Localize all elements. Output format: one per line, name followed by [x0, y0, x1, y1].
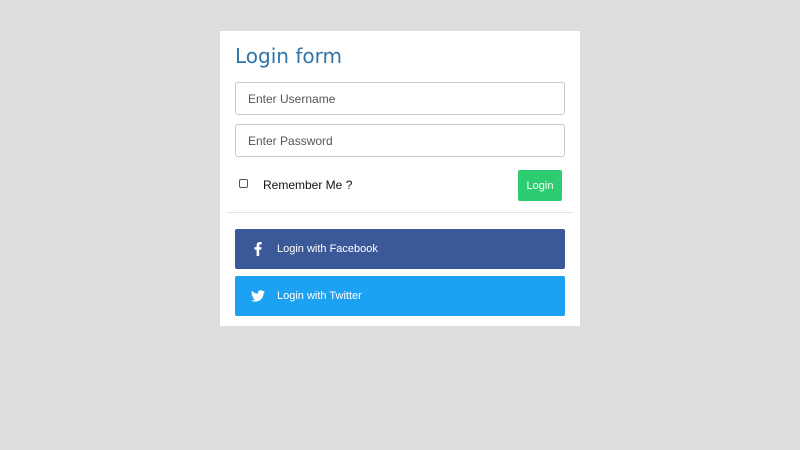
username-input[interactable]	[235, 82, 565, 115]
divider	[227, 212, 573, 213]
page-title: Login form	[235, 44, 342, 68]
twitter-button-label: Login with Twitter	[277, 290, 362, 302]
twitter-icon	[250, 288, 266, 304]
remember-row: Remember Me ? Login	[235, 170, 565, 202]
remember-me-label: Remember Me ?	[263, 178, 353, 192]
remember-me-checkbox[interactable]	[239, 179, 248, 188]
login-button[interactable]: Login	[518, 170, 562, 201]
password-input[interactable]	[235, 124, 565, 157]
facebook-icon	[250, 241, 266, 257]
login-with-facebook-button[interactable]: Login with Facebook	[235, 229, 565, 269]
facebook-button-label: Login with Facebook	[277, 243, 378, 255]
login-card: Login form Remember Me ? Login Login wit…	[220, 31, 580, 326]
login-with-twitter-button[interactable]: Login with Twitter	[235, 276, 565, 316]
